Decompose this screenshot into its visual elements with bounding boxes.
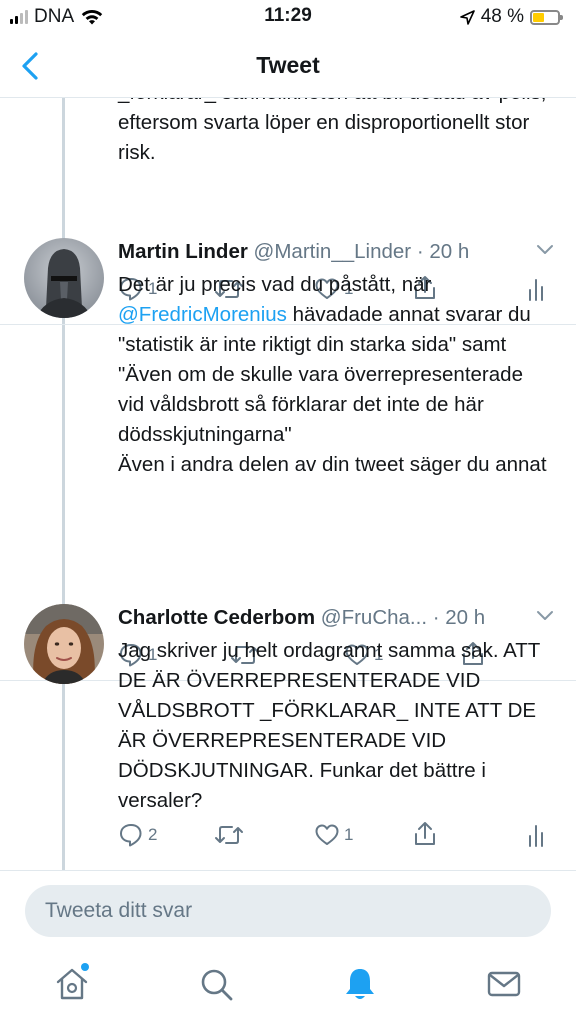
reply-icon <box>120 824 142 847</box>
retweet-action[interactable] <box>214 822 244 848</box>
chevron-down-icon[interactable] <box>536 244 554 256</box>
heart-icon <box>315 824 339 845</box>
share-action[interactable] <box>412 820 438 848</box>
chevron-down-icon[interactable] <box>536 610 554 622</box>
tweet-time: · 20 h <box>432 606 486 629</box>
reply-input[interactable]: Tweeta ditt svar <box>25 885 551 937</box>
tweet-text-part: Det är ju precis vad du påstått, när <box>118 273 432 296</box>
reply-tweet[interactable]: Martin Linder @Martin__Linder · 20 h Det… <box>0 238 576 667</box>
analytics-action[interactable] <box>526 822 546 848</box>
tweet-actions: 2 1 <box>118 822 558 852</box>
analytics-icon <box>529 825 543 847</box>
retweet-icon <box>215 826 243 844</box>
like-action[interactable]: 1 <box>314 822 353 848</box>
author-handle[interactable]: @FruCha... <box>321 606 427 629</box>
tweet-thread: _förklarar_ sannolikheten att bli dödad … <box>0 98 576 870</box>
battery-percent: 48 % <box>480 6 524 27</box>
tweet-text: _förklarar_ sannolikheten att bli dödad … <box>118 98 547 164</box>
author-name[interactable]: Martin Linder <box>118 240 248 263</box>
share-icon <box>415 822 435 845</box>
mention-link[interactable]: @FredricMorenius <box>118 303 287 326</box>
tweet-header: Charlotte Cederbom @FruCha... · 20 h <box>118 606 485 630</box>
nav-bar: Tweet <box>0 34 576 98</box>
author-handle[interactable]: @Martin__Linder <box>254 240 412 263</box>
avatar-image <box>24 238 104 318</box>
page-title: Tweet <box>256 52 320 78</box>
tweet-text: Det är ju precis vad du påstått, när @Fr… <box>118 270 548 480</box>
like-count: 1 <box>344 825 354 844</box>
avatar[interactable] <box>24 604 104 684</box>
avatar-image <box>24 604 104 684</box>
status-bar: DNA 11:29 48 % <box>0 0 576 34</box>
messages-icon[interactable] <box>484 964 524 1004</box>
tweet-text: Jag skriver ju helt ordagrannt samma sak… <box>118 639 540 812</box>
location-icon <box>459 9 475 25</box>
reply-count: 2 <box>148 825 158 844</box>
battery-icon <box>530 9 563 25</box>
tab-bar <box>0 944 576 1024</box>
avatar[interactable] <box>24 238 104 318</box>
tweet-header: Martin Linder @Martin__Linder · 20 h <box>118 240 469 264</box>
search-icon[interactable] <box>196 964 236 1004</box>
tweet-text-part: Även i andra delen av din tweet säger du… <box>118 453 547 476</box>
author-name[interactable]: Charlotte Cederbom <box>118 606 315 629</box>
reply-action[interactable]: 2 <box>118 822 157 848</box>
reply-tweet[interactable]: Charlotte Cederbom @FruCha... · 20 h Jag… <box>0 604 576 864</box>
screen: DNA 11:29 48 % Tweet _förklarar_ sannoli… <box>0 0 576 1024</box>
tweet-time: · 20 h <box>416 240 470 263</box>
notifications-icon[interactable] <box>340 964 380 1004</box>
reply-bar: Tweeta ditt svar <box>0 870 576 940</box>
new-content-dot <box>81 963 89 971</box>
